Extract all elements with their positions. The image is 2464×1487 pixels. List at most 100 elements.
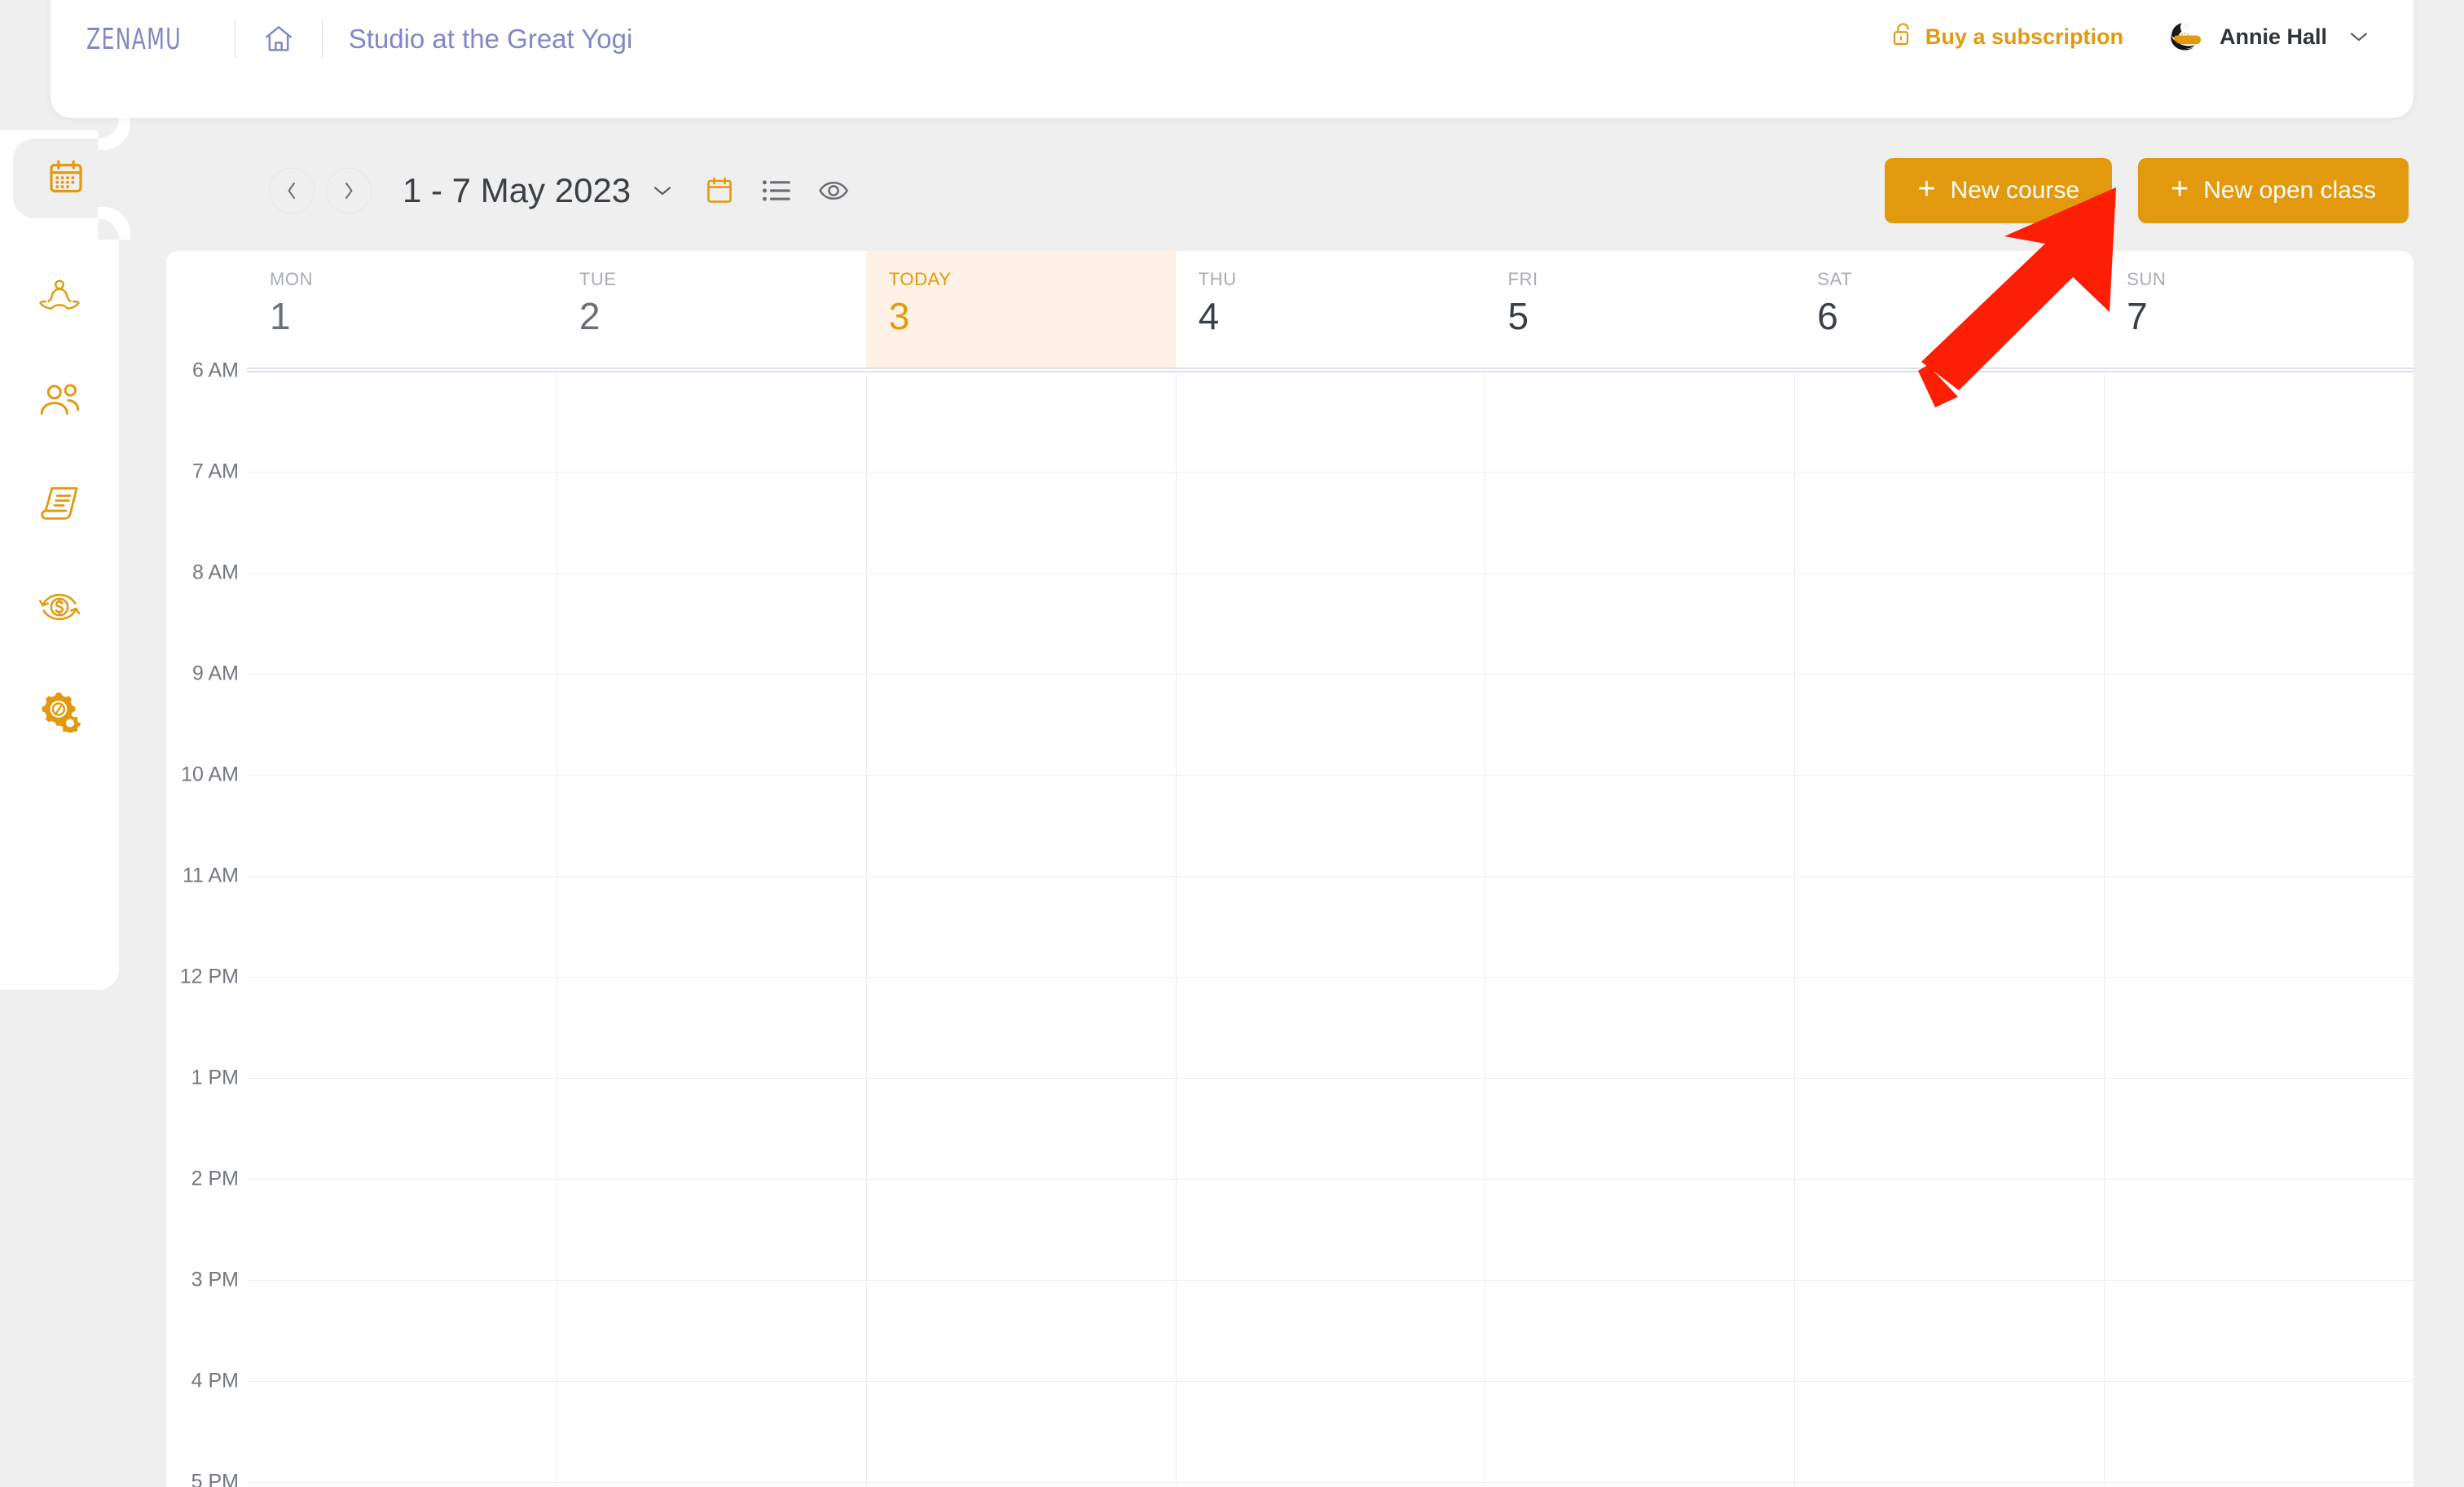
day-number-label: 5 bbox=[1507, 295, 1529, 337]
calendar-day-header-row: MON 1 TUE 2 TODAY 3 THU 4 FRI 5 SAT 6 SUN 7 bbox=[247, 251, 2413, 369]
yoga-pose-icon bbox=[37, 279, 81, 320]
user-menu[interactable]: Annie Hall bbox=[2166, 16, 2369, 57]
hour-gridline bbox=[247, 573, 2413, 574]
list-view-icon[interactable] bbox=[761, 175, 792, 206]
calendar-grid[interactable] bbox=[247, 371, 2413, 1487]
calendar-toolbar: 1 - 7 May 2023 + New course + New open c… bbox=[119, 130, 2413, 251]
people-icon bbox=[38, 382, 81, 422]
day-of-week-label: SUN bbox=[2127, 269, 2167, 289]
day-number-label: 1 bbox=[270, 295, 291, 337]
hour-gridline bbox=[247, 674, 2413, 675]
hour-gridline bbox=[247, 472, 2413, 473]
sidebar-item-classes[interactable] bbox=[0, 259, 119, 339]
sidebar-item-calendar[interactable] bbox=[13, 117, 119, 240]
dollar-exchange-icon bbox=[37, 590, 81, 628]
header-divider-2 bbox=[321, 20, 323, 58]
view-switcher bbox=[704, 175, 849, 206]
sidebar-item-settings[interactable] bbox=[0, 673, 119, 753]
day-gridline bbox=[2104, 371, 2105, 1487]
day-of-week-label: TUE bbox=[579, 269, 617, 289]
day-of-week-label: SAT bbox=[1817, 269, 1853, 289]
day-column-header[interactable]: THU 4 bbox=[1176, 251, 1485, 367]
hour-gridline bbox=[247, 1280, 2413, 1281]
studio-name[interactable]: Studio at the Great Yogi bbox=[349, 24, 633, 55]
buy-subscription-label: Buy a subscription bbox=[1925, 24, 2123, 49]
avatar bbox=[2166, 16, 2207, 57]
hour-gridline bbox=[247, 1482, 2413, 1483]
next-week-button[interactable] bbox=[326, 168, 372, 213]
day-number-label: 6 bbox=[1817, 295, 1838, 337]
toolbar-right-group: + New course + New open class bbox=[1885, 158, 2413, 223]
time-label: 11 AM bbox=[182, 864, 239, 887]
app-root: ZENAMU Studio at the Great Yogi The tria… bbox=[0, 0, 2464, 1487]
time-label: 9 AM bbox=[192, 662, 239, 685]
day-column-header[interactable]: MON 1 bbox=[247, 251, 557, 367]
new-course-button[interactable]: + New course bbox=[1885, 158, 2113, 223]
day-of-week-label: TODAY bbox=[888, 269, 952, 289]
calendar-card: MON 1 TUE 2 TODAY 3 THU 4 FRI 5 SAT 6 SUN 7 6 AM 7 AM 8… bbox=[166, 251, 2413, 1487]
time-label: 1 PM bbox=[191, 1066, 239, 1089]
hour-gridline bbox=[247, 1179, 2413, 1180]
header-left-group: ZENAMU Studio at the Great Yogi bbox=[86, 0, 632, 78]
brand-logo[interactable]: ZENAMU bbox=[86, 23, 182, 56]
day-column-header[interactable]: TUE 2 bbox=[557, 251, 866, 367]
day-number-label: 3 bbox=[888, 295, 910, 337]
calendar-view-icon[interactable] bbox=[704, 175, 735, 206]
day-of-week-label: FRI bbox=[1507, 269, 1538, 289]
calendar-icon bbox=[46, 157, 86, 200]
hour-gridline bbox=[247, 371, 2413, 372]
time-label: 3 PM bbox=[191, 1268, 239, 1291]
day-gridline bbox=[1794, 371, 1796, 1487]
day-column-header[interactable]: FRI 5 bbox=[1485, 251, 1794, 367]
sidebar bbox=[0, 117, 119, 990]
day-gridline bbox=[865, 371, 867, 1487]
hour-gridline bbox=[247, 977, 2413, 978]
chevron-down-icon[interactable] bbox=[2348, 29, 2369, 44]
eye-icon[interactable] bbox=[818, 175, 849, 206]
day-column-header[interactable]: SUN 7 bbox=[2104, 251, 2413, 367]
new-course-label: New course bbox=[1950, 177, 2080, 204]
day-of-week-label: THU bbox=[1198, 269, 1237, 289]
day-column-header[interactable]: SAT 6 bbox=[1794, 251, 2104, 367]
hour-gridline bbox=[247, 775, 2413, 776]
sidebar-item-students[interactable] bbox=[0, 362, 119, 442]
time-gutter: 6 AM 7 AM 8 AM 9 AM 10 AM 11 AM 12 PM 1 PM 2 PM 3… bbox=[166, 359, 247, 1487]
time-label: 8 AM bbox=[192, 561, 239, 584]
plus-icon: + bbox=[1917, 172, 1936, 206]
time-label: 2 PM bbox=[191, 1167, 239, 1190]
hour-gridline bbox=[247, 1381, 2413, 1382]
prev-week-button[interactable] bbox=[269, 168, 315, 213]
day-number-label: 7 bbox=[2127, 295, 2148, 337]
user-name: Annie Hall bbox=[2219, 24, 2327, 49]
date-picker-chevron-down-icon[interactable] bbox=[652, 183, 673, 198]
header-right-group: The trial version with unlimited feature… bbox=[1891, 0, 2369, 57]
time-label: 5 PM bbox=[191, 1470, 239, 1487]
buy-subscription-button[interactable]: Buy a subscription bbox=[1891, 21, 2123, 53]
sidebar-item-invoices[interactable] bbox=[0, 464, 119, 544]
time-label: 10 AM bbox=[181, 763, 239, 786]
time-label: 12 PM bbox=[179, 965, 239, 988]
time-label: 4 PM bbox=[191, 1369, 239, 1392]
new-open-class-button[interactable]: + New open class bbox=[2138, 158, 2409, 223]
home-icon[interactable] bbox=[262, 22, 296, 56]
top-header-bar: ZENAMU Studio at the Great Yogi The tria… bbox=[51, 0, 2413, 118]
plus-icon: + bbox=[2171, 172, 2189, 206]
day-number-label: 2 bbox=[579, 295, 601, 337]
hour-gridline bbox=[247, 876, 2413, 877]
sidebar-item-payments[interactable] bbox=[0, 569, 119, 649]
new-open-class-label: New open class bbox=[2203, 177, 2376, 204]
hour-gridline bbox=[247, 1078, 2413, 1079]
document-icon bbox=[39, 484, 80, 526]
toolbar-left-group: 1 - 7 May 2023 bbox=[269, 168, 849, 213]
day-column-header[interactable]: TODAY 3 bbox=[865, 251, 1176, 367]
time-label: 6 AM bbox=[192, 359, 239, 382]
unlock-icon bbox=[1891, 21, 1914, 53]
gears-icon bbox=[37, 690, 81, 737]
day-of-week-label: MON bbox=[270, 269, 314, 289]
day-number-label: 4 bbox=[1198, 295, 1220, 337]
date-range-label: 1 - 7 May 2023 bbox=[403, 171, 631, 209]
header-actions-row: Buy a subscription Annie Hall bbox=[1891, 16, 2369, 57]
calendar-grid-body: 6 AM 7 AM 8 AM 9 AM 10 AM 11 AM 12 PM 1 PM 2 PM 3… bbox=[166, 359, 2413, 1487]
time-label: 7 AM bbox=[192, 460, 239, 483]
day-gridline bbox=[1175, 371, 1177, 1487]
